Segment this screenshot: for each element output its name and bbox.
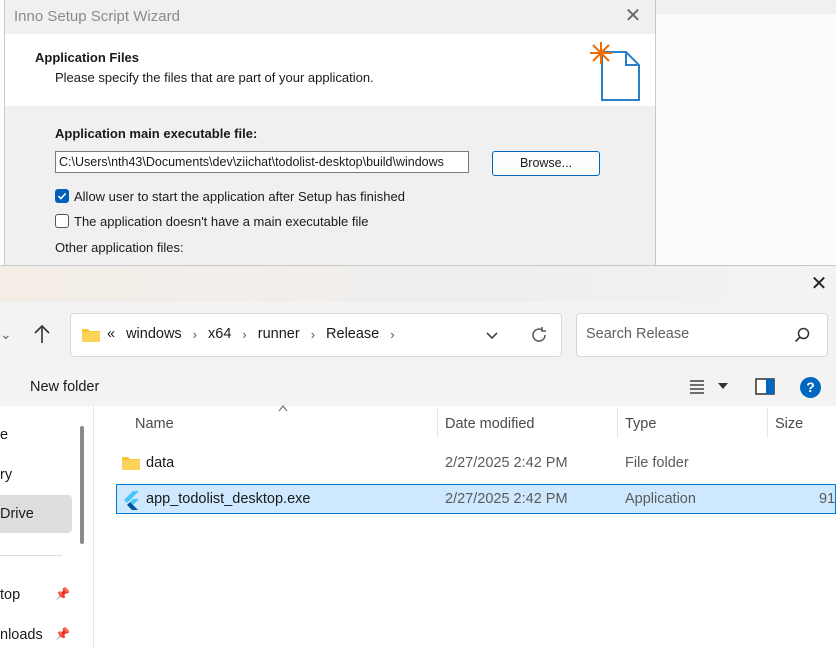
file-name: app_todolist_desktop.exe	[146, 491, 311, 507]
help-icon[interactable]: ?	[800, 377, 821, 398]
file-date: 2/27/2025 2:42 PM	[445, 455, 568, 471]
search-input[interactable]: Search Release	[576, 313, 828, 357]
view-options-icon[interactable]	[689, 378, 705, 394]
wizard-page-subtitle: Please specify the files that are part o…	[55, 70, 374, 85]
new-folder-button[interactable]: New folder	[30, 379, 99, 395]
nav-item-onedrive[interactable]: Drive	[0, 495, 72, 533]
breadcrumb-item-windows[interactable]: windows	[126, 326, 182, 342]
background-window-panel	[655, 14, 836, 266]
nav-scrollbar[interactable]	[80, 426, 84, 544]
nav-item-home[interactable]: e	[0, 416, 72, 454]
address-bar-row: ⌄ « windows › x64 › runner › Release › S…	[0, 302, 836, 368]
flutter-app-icon	[124, 491, 139, 510]
wizard-body: Application main executable file: C:\Use…	[5, 106, 655, 266]
chevron-right-icon[interactable]: ›	[311, 327, 315, 342]
wizard-header: Application Files Please specify the fil…	[5, 34, 655, 106]
view-dropdown-icon[interactable]	[718, 383, 728, 389]
allow-start-checkbox-row[interactable]: Allow user to start the application afte…	[55, 187, 405, 205]
breadcrumb-item-runner[interactable]: runner	[258, 326, 300, 342]
details-pane-icon[interactable]	[755, 378, 775, 395]
no-main-exe-label: The application doesn't have a main exec…	[74, 213, 369, 229]
table-row[interactable]: data 2/27/2025 2:42 PM File folder	[116, 448, 836, 478]
file-size: 91	[819, 491, 836, 507]
wizard-title: Inno Setup Script Wizard	[14, 8, 180, 25]
allow-start-checkbox[interactable]	[55, 189, 69, 203]
chevron-right-icon[interactable]: ›	[242, 327, 246, 342]
breadcrumb-item-x64[interactable]: x64	[208, 326, 231, 342]
wizard-page-title: Application Files	[35, 50, 140, 65]
search-icon[interactable]	[793, 326, 811, 344]
command-bar: New folder ?	[0, 368, 836, 407]
file-list: Name Date modified Type Size data 2/27/2…	[94, 405, 836, 648]
wizard-titlebar: Inno Setup Script Wizard ✕	[5, 0, 655, 34]
column-header-size[interactable]: Size	[775, 406, 803, 442]
explorer-close-button[interactable]: ✕	[808, 273, 830, 295]
sort-ascending-icon	[278, 405, 288, 412]
chevron-right-icon[interactable]: ›	[193, 327, 197, 342]
column-divider[interactable]	[437, 408, 438, 438]
file-type: Application	[625, 491, 696, 507]
chevron-right-icon[interactable]: ›	[390, 327, 394, 342]
table-row[interactable]: app_todolist_desktop.exe 2/27/2025 2:42 …	[116, 484, 836, 514]
chevron-down-icon[interactable]: ⌄	[0, 326, 12, 343]
breadcrumb-item-release[interactable]: Release	[326, 326, 379, 342]
background-window-strip	[655, 0, 836, 14]
pin-icon: 📌	[55, 627, 70, 641]
folder-icon	[122, 457, 140, 470]
breadcrumb-items: « windows › x64 › runner › Release ›	[107, 326, 406, 342]
explorer-titlebar: ✕	[0, 266, 836, 302]
navigation-pane: e ry Drive top 📌 nloads 📌	[0, 406, 93, 648]
nav-item-gallery[interactable]: ry	[0, 456, 72, 494]
wizard-close-button[interactable]: ✕	[623, 6, 643, 26]
inno-setup-wizard: Inno Setup Script Wizard ✕ Application F…	[4, 0, 656, 267]
no-main-exe-checkbox-row[interactable]: The application doesn't have a main exec…	[55, 212, 368, 230]
wizard-document-icon	[590, 42, 640, 101]
history-dropdown-icon[interactable]	[483, 326, 501, 344]
pin-icon: 📌	[55, 587, 70, 601]
file-date: 2/27/2025 2:42 PM	[445, 491, 568, 507]
main-exe-path-input[interactable]: C:\Users\nth43\Documents\dev\ziichat\tod…	[55, 151, 469, 173]
browse-button[interactable]: Browse...	[492, 151, 600, 176]
file-explorer-dialog: ✕ ⌄ « windows › x64 › runner › Release ›	[0, 265, 836, 648]
column-header-type[interactable]: Type	[625, 406, 656, 442]
column-header-date[interactable]: Date modified	[445, 406, 534, 442]
breadcrumb[interactable]: « windows › x64 › runner › Release ›	[70, 313, 562, 357]
search-placeholder: Search Release	[586, 326, 690, 342]
up-arrow-icon[interactable]	[30, 322, 54, 346]
no-main-exe-checkbox[interactable]	[55, 214, 69, 228]
main-exe-label: Application main executable file:	[55, 126, 258, 141]
column-divider[interactable]	[767, 408, 768, 438]
column-header-name[interactable]: Name	[135, 406, 174, 442]
folder-icon	[82, 329, 100, 342]
other-files-label: Other application files:	[55, 240, 184, 255]
refresh-icon[interactable]	[529, 325, 549, 345]
allow-start-label: Allow user to start the application afte…	[74, 188, 405, 204]
file-type: File folder	[625, 455, 689, 471]
nav-divider	[0, 555, 62, 556]
breadcrumb-overflow[interactable]: «	[107, 326, 115, 342]
file-name: data	[146, 455, 175, 471]
column-divider[interactable]	[617, 408, 618, 438]
